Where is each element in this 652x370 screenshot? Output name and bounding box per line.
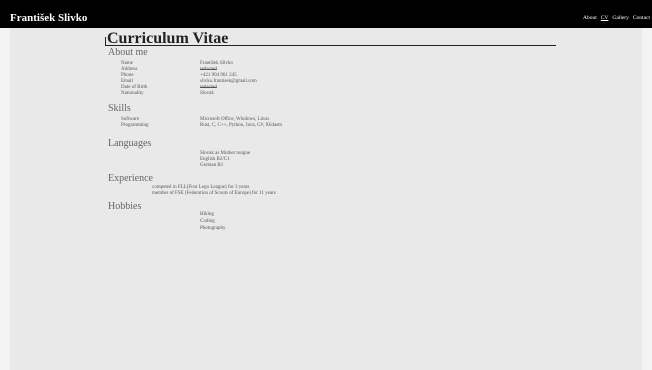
skills-label-programming: Programming xyxy=(121,123,149,128)
main-nav: About CV Gallery Contact xyxy=(583,14,650,22)
about-label-nationality: Nationality xyxy=(121,91,144,96)
site-brand[interactable]: František Slivko xyxy=(10,11,87,25)
section-heading-languages: Languages xyxy=(108,138,152,149)
nav-link-contact[interactable]: Contact xyxy=(633,14,650,22)
skills-value-programming: Rust, C, C++, Python, Java, C#, X64asm xyxy=(200,123,283,128)
experience-item: member of FSE (Federation of Scouts of E… xyxy=(152,191,276,196)
top-navbar: František Slivko About CV Gallery Contac… xyxy=(0,0,652,28)
about-value-nationality: Slovak xyxy=(200,91,214,96)
hobby-item: Coding xyxy=(200,219,215,224)
content-panel xyxy=(10,28,642,370)
language-item: German B1 xyxy=(200,163,224,168)
page-title: Curriculum Vitae xyxy=(107,30,229,47)
section-heading-about: About me xyxy=(108,47,148,58)
section-heading-skills: Skills xyxy=(108,103,131,114)
title-rule-tick xyxy=(105,37,106,45)
nav-link-cv[interactable]: CV xyxy=(601,14,609,22)
hobby-item: Photography xyxy=(200,226,226,231)
section-heading-experience: Experience xyxy=(108,173,153,184)
nav-link-about[interactable]: About xyxy=(583,14,597,22)
hobby-item: Hiking xyxy=(200,212,214,217)
nav-link-gallery[interactable]: Gallery xyxy=(612,14,629,22)
section-heading-hobbies: Hobbies xyxy=(108,201,142,212)
title-underline xyxy=(105,45,556,46)
